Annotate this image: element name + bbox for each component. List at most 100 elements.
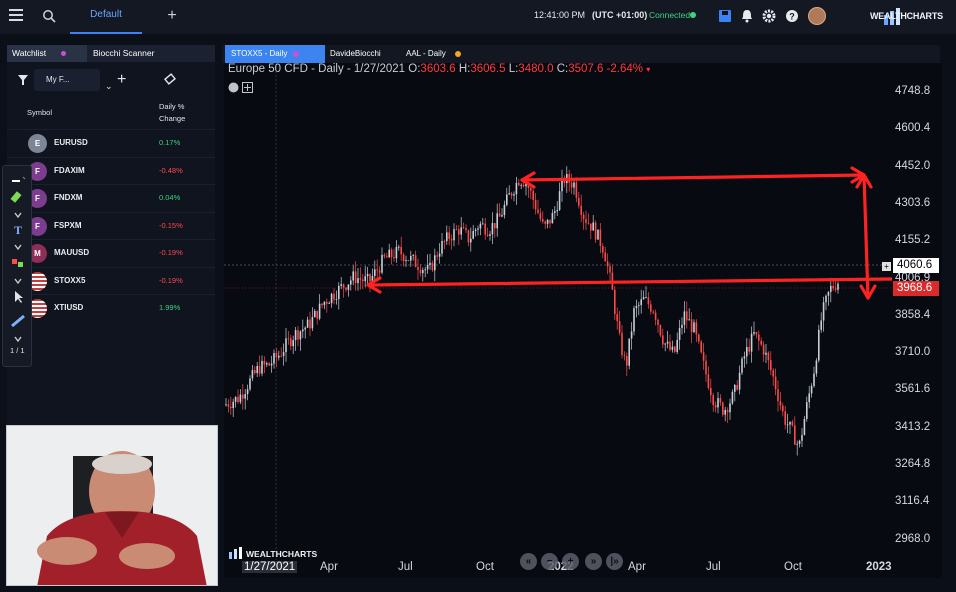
watchlist-select[interactable]: My F... ⌄ [34,69,113,91]
zoom-out-button[interactable]: − [541,553,558,570]
symbol-name: FDAXIM [54,165,85,175]
candle-body [422,270,424,274]
candle-body [369,274,371,282]
open-value: 3603.6 [420,63,456,75]
connection-status: Connected [649,10,691,20]
add-symbol-button[interactable]: + [117,69,131,91]
candle-body [683,311,686,325]
scroll-left-button[interactable]: « [520,553,537,570]
gear-icon[interactable] [762,8,776,24]
last-price-tag: 3968.6 [893,281,939,296]
x-axis-tick: Apr [320,561,338,573]
candle-body [455,229,458,230]
timezone-display[interactable]: (UTC +01:00) [592,10,647,20]
candle-body [767,352,770,361]
watchlist-row[interactable]: XTIUSD 1.99% [7,294,215,321]
tab-stoxx5-daily[interactable]: STOXX5 - Daily [225,45,325,63]
candle-body [266,363,268,365]
column-header-change[interactable]: Daily % Change [159,101,185,125]
indicator-icon[interactable] [228,82,239,93]
chevron-down-icon[interactable] [10,332,26,346]
chevron-down-icon[interactable] [10,240,26,254]
candle-body [232,401,234,409]
hamburger-icon[interactable] [9,9,23,23]
candle-body [441,241,443,254]
tab-watchlist[interactable]: Watchlist [7,45,87,62]
chevron-down-icon[interactable] [10,208,26,222]
add-tab-button[interactable]: + [164,6,180,26]
candle-body [580,205,582,215]
low-value: 3480.0 [518,63,554,75]
search-icon[interactable] [42,9,56,23]
chevron-down-icon[interactable] [10,274,26,288]
candle-body [230,406,232,409]
low-label: L: [508,63,519,75]
daily-change: -0.19% [159,275,183,285]
expand-icon[interactable] [242,82,253,93]
watchlist-row[interactable]: STOXX5 -0.19% [7,266,215,294]
ruler-icon[interactable] [10,314,26,328]
candle-body [520,184,522,186]
watchlist-row[interactable]: E EURUSD 0.17% [7,129,215,156]
symbol-name: FNDXM [54,193,83,202]
presenter-webcam [6,425,218,586]
color-picker-icon[interactable] [10,256,26,270]
candle-body [738,372,741,390]
candle-body [813,373,815,387]
candle-body [818,329,820,361]
candle-body [690,319,693,333]
candle-body [717,398,719,408]
candle-body [822,302,825,321]
candle-body [302,329,304,332]
filter-icon[interactable] [17,69,29,91]
save-icon[interactable] [718,8,732,24]
zoom-in-button[interactable]: + [562,553,579,570]
minimize-icon[interactable] [10,174,26,188]
cursor-icon[interactable] [10,290,26,304]
candle-body [410,255,412,261]
candle-body [316,310,318,319]
eraser-icon[interactable] [163,69,177,91]
column-header-symbol[interactable]: Symbol [27,108,52,117]
text-tool-icon[interactable]: T [10,222,26,236]
add-alert-icon[interactable]: + [882,262,891,271]
watchlist-row[interactable]: M MAUUSD -0.19% [7,239,215,266]
chevron-down-icon: ⌄ [105,81,113,91]
candle-body [626,356,628,366]
candle-body [378,270,381,273]
candle-body [340,284,342,287]
tab-aal-daily[interactable]: AAL - Daily [400,45,480,63]
chart-canvas[interactable] [224,63,942,578]
candle-body [681,324,683,328]
help-icon[interactable]: ? [785,8,799,24]
symbol-name: XTIUSD [54,303,84,312]
scroll-right-button[interactable]: » [585,553,602,570]
candle-body [249,378,251,390]
price-chart[interactable] [224,63,942,578]
candle-body [458,229,460,235]
bell-icon[interactable] [740,8,754,24]
candle-body [234,396,237,402]
candle-body [808,393,810,403]
candle-body [657,319,659,326]
watchlist-row[interactable]: F FDAXIM -0.48% [7,156,215,184]
candle-body [354,271,357,284]
tab-default[interactable]: Default [70,0,142,34]
watchlist-row[interactable]: F FNDXM 0.04% [7,184,215,211]
candle-body [762,344,765,355]
candle-body [674,346,676,352]
candle-body [470,238,472,243]
candle-body [832,285,834,289]
scroll-end-button[interactable]: |» [606,553,623,570]
candle-body [474,229,477,232]
daily-change: -0.15% [159,220,183,230]
candle-body [436,255,438,257]
user-avatar[interactable] [808,7,826,25]
watchlist-row[interactable]: F FSPXM -0.15% [7,211,215,239]
candle-body [256,366,258,374]
tab-davidebiocchi[interactable]: DavideBiocchi [324,45,404,63]
candle-body [405,260,407,262]
tab-biocchi-scanner[interactable]: Biocchi Scanner [93,45,154,62]
highlighter-icon[interactable] [10,190,26,204]
candle-body [335,299,338,300]
